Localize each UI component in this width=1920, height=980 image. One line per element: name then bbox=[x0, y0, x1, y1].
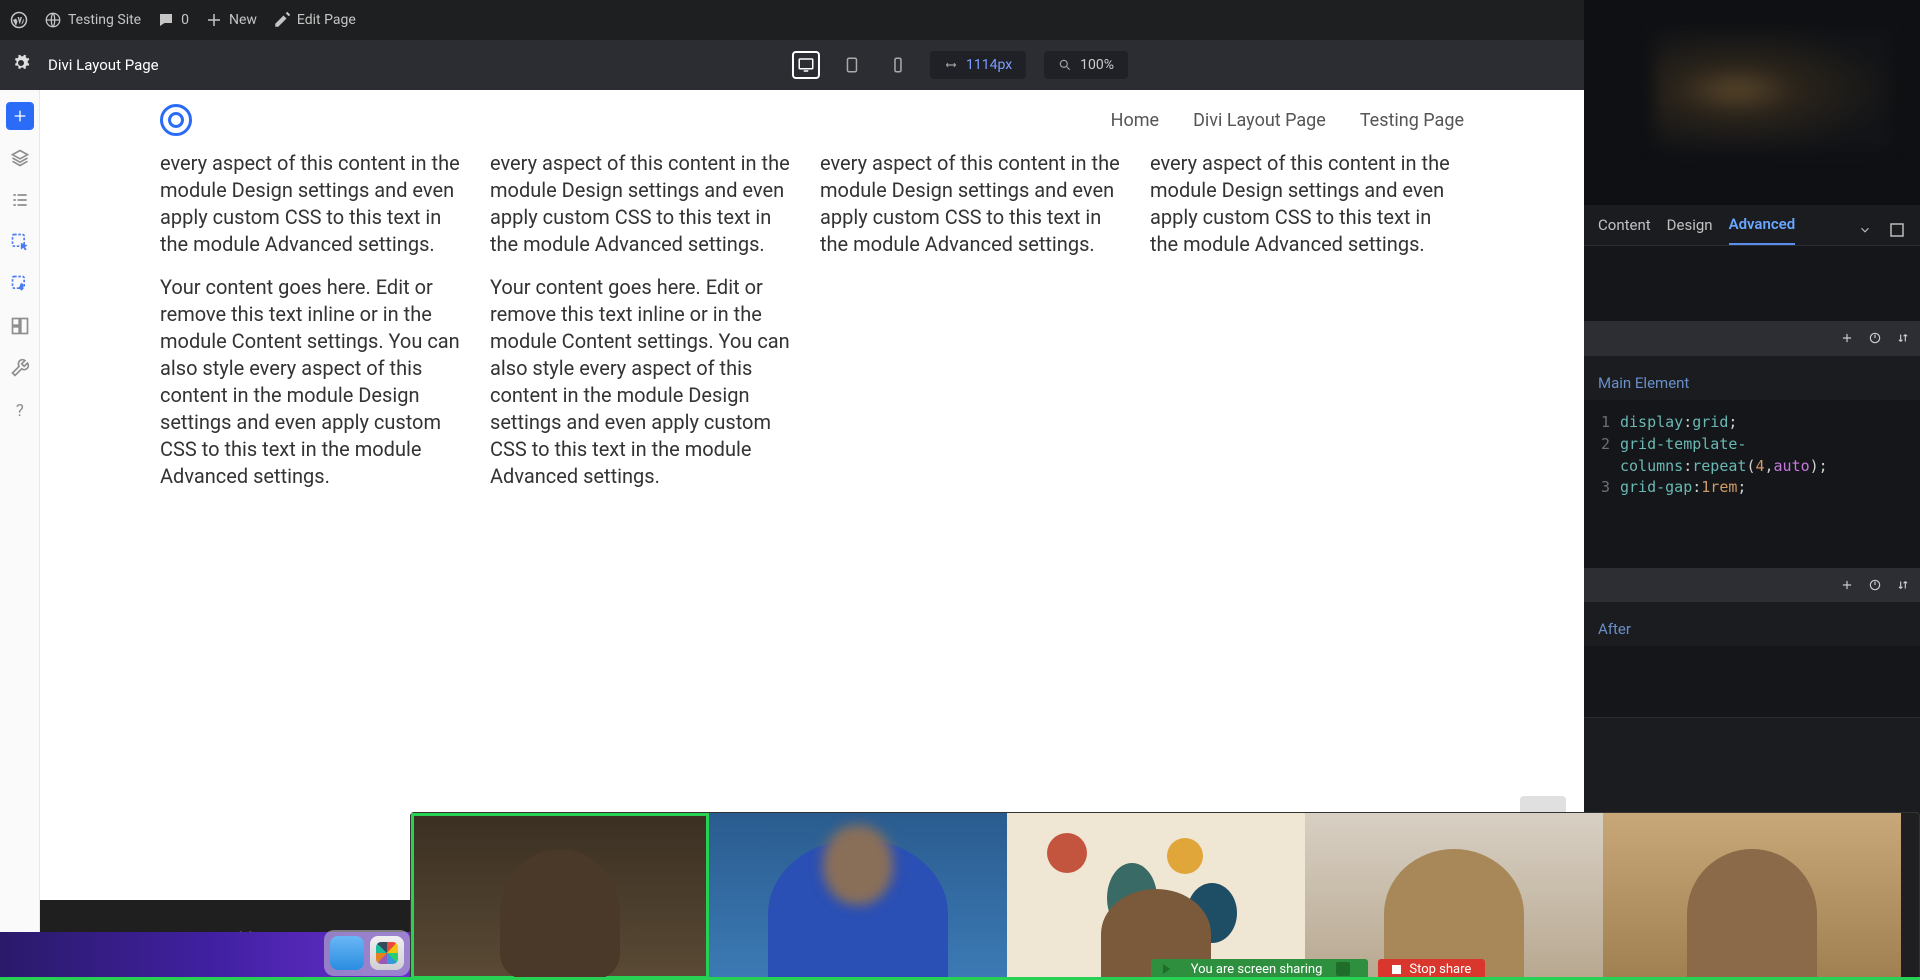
sort-icon[interactable] bbox=[1896, 331, 1910, 345]
css-box-footer bbox=[1584, 321, 1920, 355]
wireframe-button[interactable] bbox=[10, 316, 30, 340]
help-button[interactable]: ? bbox=[10, 400, 30, 424]
plus-icon[interactable] bbox=[1840, 578, 1854, 592]
settings-tabs: Content Design Advanced bbox=[1584, 205, 1920, 246]
site-header: Home Divi Layout Page Testing Page bbox=[160, 90, 1464, 144]
desktop-icon bbox=[797, 56, 815, 74]
help-icon: ? bbox=[10, 400, 30, 420]
site-icon bbox=[44, 11, 62, 29]
search-icon bbox=[1058, 58, 1072, 72]
tools-button[interactable] bbox=[10, 358, 30, 382]
grid-cell[interactable]: every aspect of this content in the modu… bbox=[160, 150, 474, 258]
hover-select-icon bbox=[10, 274, 30, 294]
plus-icon bbox=[12, 108, 28, 124]
zoom-participant-tile[interactable] bbox=[1305, 813, 1603, 979]
zoom-participant-tile[interactable] bbox=[1603, 813, 1901, 979]
width-icon bbox=[944, 58, 958, 72]
edit-page-link[interactable]: Edit Page bbox=[273, 11, 356, 29]
css-before-box[interactable] bbox=[1584, 246, 1920, 356]
sharing-text: You are screen sharing bbox=[1191, 962, 1323, 977]
tab-content[interactable]: Content bbox=[1598, 216, 1651, 244]
list-button[interactable] bbox=[10, 190, 30, 214]
layers-button[interactable] bbox=[10, 148, 30, 172]
tablet-view-button[interactable] bbox=[838, 51, 866, 79]
pencil-icon bbox=[273, 11, 291, 29]
main-element-label: Main Element bbox=[1584, 356, 1920, 400]
hover-select-button[interactable] bbox=[10, 274, 30, 298]
power-icon[interactable] bbox=[1868, 331, 1882, 345]
grid-cell[interactable]: Your content goes here. Edit or remove t… bbox=[160, 274, 474, 490]
site-name-link[interactable]: Testing Site bbox=[44, 11, 141, 29]
grid-cell[interactable]: Your content goes here. Edit or remove t… bbox=[490, 274, 804, 490]
after-label: After bbox=[1584, 602, 1920, 646]
stop-icon bbox=[1392, 965, 1401, 974]
add-element-button[interactable] bbox=[6, 102, 34, 130]
builder-settings-button[interactable] bbox=[12, 54, 30, 76]
new-link[interactable]: New bbox=[205, 11, 257, 29]
layers-icon bbox=[10, 148, 30, 168]
zoom-participant-tile[interactable] bbox=[411, 813, 709, 979]
new-label: New bbox=[229, 12, 257, 28]
plus-icon[interactable] bbox=[1840, 331, 1854, 345]
zoom-gallery-strip[interactable] bbox=[410, 812, 1920, 980]
nav-divi-layout[interactable]: Divi Layout Page bbox=[1193, 110, 1326, 131]
css-main-element-editor[interactable]: 1display:grid; 2grid-template- columns:r… bbox=[1584, 400, 1920, 602]
grid-cell[interactable]: every aspect of this content in the modu… bbox=[820, 150, 1134, 258]
list-icon bbox=[10, 190, 30, 210]
phone-icon bbox=[889, 56, 907, 74]
grid-cell[interactable]: every aspect of this content in the modu… bbox=[490, 150, 804, 258]
caret-down-icon[interactable] bbox=[1858, 223, 1872, 237]
nav-home[interactable]: Home bbox=[1111, 110, 1159, 131]
css-after-box[interactable] bbox=[1584, 646, 1920, 718]
wrench-icon bbox=[10, 358, 30, 378]
viewport-width-value: 1114px bbox=[966, 57, 1012, 73]
gear-icon bbox=[12, 54, 30, 72]
zoom-participant-tile[interactable] bbox=[1007, 813, 1305, 979]
content-grid: every aspect of this content in the modu… bbox=[160, 150, 1464, 490]
phone-view-button[interactable] bbox=[884, 51, 912, 79]
tablet-icon bbox=[843, 56, 861, 74]
click-select-button[interactable] bbox=[10, 232, 30, 256]
grid-cell[interactable]: every aspect of this content in the modu… bbox=[1150, 150, 1464, 258]
launchpad-app[interactable] bbox=[370, 936, 404, 970]
tab-design[interactable]: Design bbox=[1667, 216, 1713, 244]
viewport-width-input[interactable]: 1114px bbox=[930, 51, 1026, 79]
nav-testing-page[interactable]: Testing Page bbox=[1360, 110, 1464, 131]
stop-share-label: Stop share bbox=[1409, 962, 1471, 977]
css-box-footer bbox=[1584, 568, 1920, 602]
zoom-input[interactable]: 100% bbox=[1044, 51, 1128, 79]
wireframe-icon bbox=[10, 316, 30, 336]
desktop-view-button[interactable] bbox=[792, 51, 820, 79]
viewport-controls: 1114px 100% bbox=[792, 51, 1128, 79]
comment-icon bbox=[157, 11, 175, 29]
settings-preview-thumbnail bbox=[1584, 0, 1920, 205]
finder-app[interactable] bbox=[330, 936, 364, 970]
tab-advanced[interactable]: Advanced bbox=[1729, 215, 1796, 245]
zoom-value: 100% bbox=[1080, 57, 1114, 73]
cursor-select-icon bbox=[10, 232, 30, 252]
macos-dock bbox=[324, 930, 410, 976]
play-icon bbox=[1163, 964, 1170, 974]
comments-count: 0 bbox=[181, 12, 189, 28]
expand-icon[interactable] bbox=[1888, 221, 1906, 239]
shield-icon bbox=[1336, 962, 1350, 976]
edit-page-label: Edit Page bbox=[297, 12, 356, 28]
page-title: Divi Layout Page bbox=[48, 56, 159, 74]
sort-icon[interactable] bbox=[1896, 578, 1910, 592]
divi-logo[interactable] bbox=[160, 104, 192, 136]
wp-logo[interactable] bbox=[10, 11, 28, 29]
zoom-participant-tile[interactable] bbox=[709, 813, 1007, 979]
site-nav: Home Divi Layout Page Testing Page bbox=[1111, 110, 1464, 131]
wordpress-icon bbox=[10, 11, 28, 29]
power-icon[interactable] bbox=[1868, 578, 1882, 592]
svg-text:?: ? bbox=[15, 402, 23, 420]
comments-link[interactable]: 0 bbox=[157, 11, 189, 29]
plus-icon bbox=[205, 11, 223, 29]
left-toolbar: ? bbox=[0, 90, 40, 980]
site-name-text: Testing Site bbox=[68, 12, 141, 28]
